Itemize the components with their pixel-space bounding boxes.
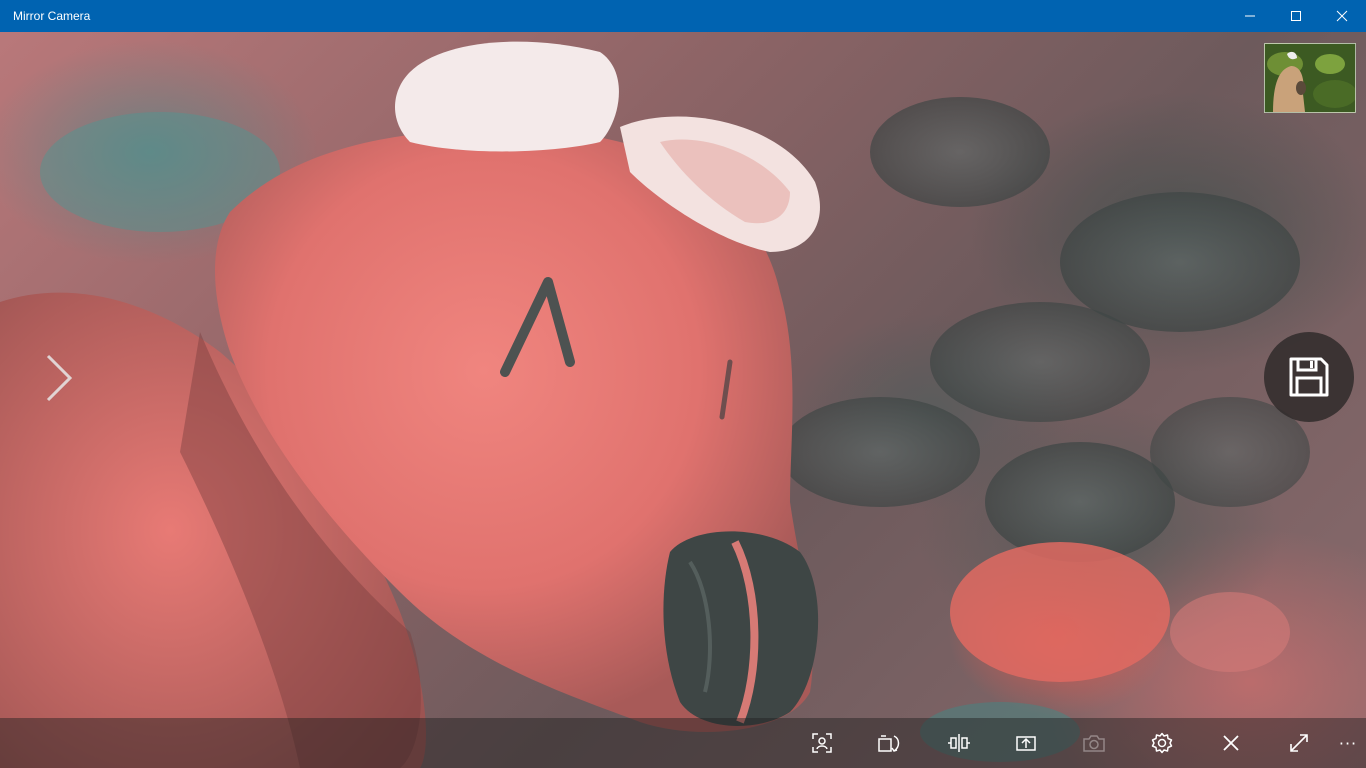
chevron-right-icon — [46, 354, 73, 402]
face-detect-icon — [812, 733, 832, 753]
mirror-flip-icon — [948, 734, 970, 752]
close-icon — [1336, 10, 1348, 22]
close-camera-button[interactable] — [1208, 718, 1254, 768]
title-bar[interactable]: Mirror Camera — [0, 0, 1366, 32]
maximize-icon — [1291, 11, 1301, 21]
close-icon — [1223, 735, 1239, 751]
fullscreen-expand-icon — [1290, 734, 1308, 752]
capture-photo-button[interactable] — [1071, 718, 1117, 768]
maximize-button[interactable] — [1273, 0, 1319, 32]
app-window: Mirror Camera ··· — [0, 0, 1366, 768]
settings-gear-icon — [1151, 732, 1173, 754]
camera-preview[interactable] — [0, 32, 1366, 768]
share-upload-icon — [1016, 736, 1036, 751]
close-window-button[interactable] — [1319, 0, 1365, 32]
preview-image — [0, 41, 1310, 768]
more-ellipsis-icon: ··· — [1338, 733, 1358, 753]
minimize-button[interactable] — [1227, 0, 1273, 32]
mirror-flip-button[interactable] — [936, 718, 982, 768]
window-title: Mirror Camera — [13, 9, 91, 23]
rotate-camera-button[interactable] — [867, 718, 913, 768]
save-button[interactable] — [1264, 332, 1354, 422]
thumbnail-image — [1265, 44, 1355, 112]
last-capture-thumbnail[interactable] — [1264, 43, 1356, 113]
fullscreen-button[interactable] — [1276, 718, 1322, 768]
next-arrow-button[interactable] — [40, 350, 76, 406]
camera-capture-icon — [1083, 735, 1105, 752]
settings-button[interactable] — [1139, 718, 1185, 768]
share-button[interactable] — [1003, 718, 1049, 768]
bottom-toolbar: ··· — [0, 718, 1366, 768]
minimize-icon — [1245, 15, 1255, 17]
face-detect-button[interactable] — [799, 718, 845, 768]
rotate-camera-icon — [878, 735, 900, 752]
floppy-disk-icon — [1289, 357, 1329, 397]
more-options-button[interactable]: ··· — [1330, 718, 1366, 768]
